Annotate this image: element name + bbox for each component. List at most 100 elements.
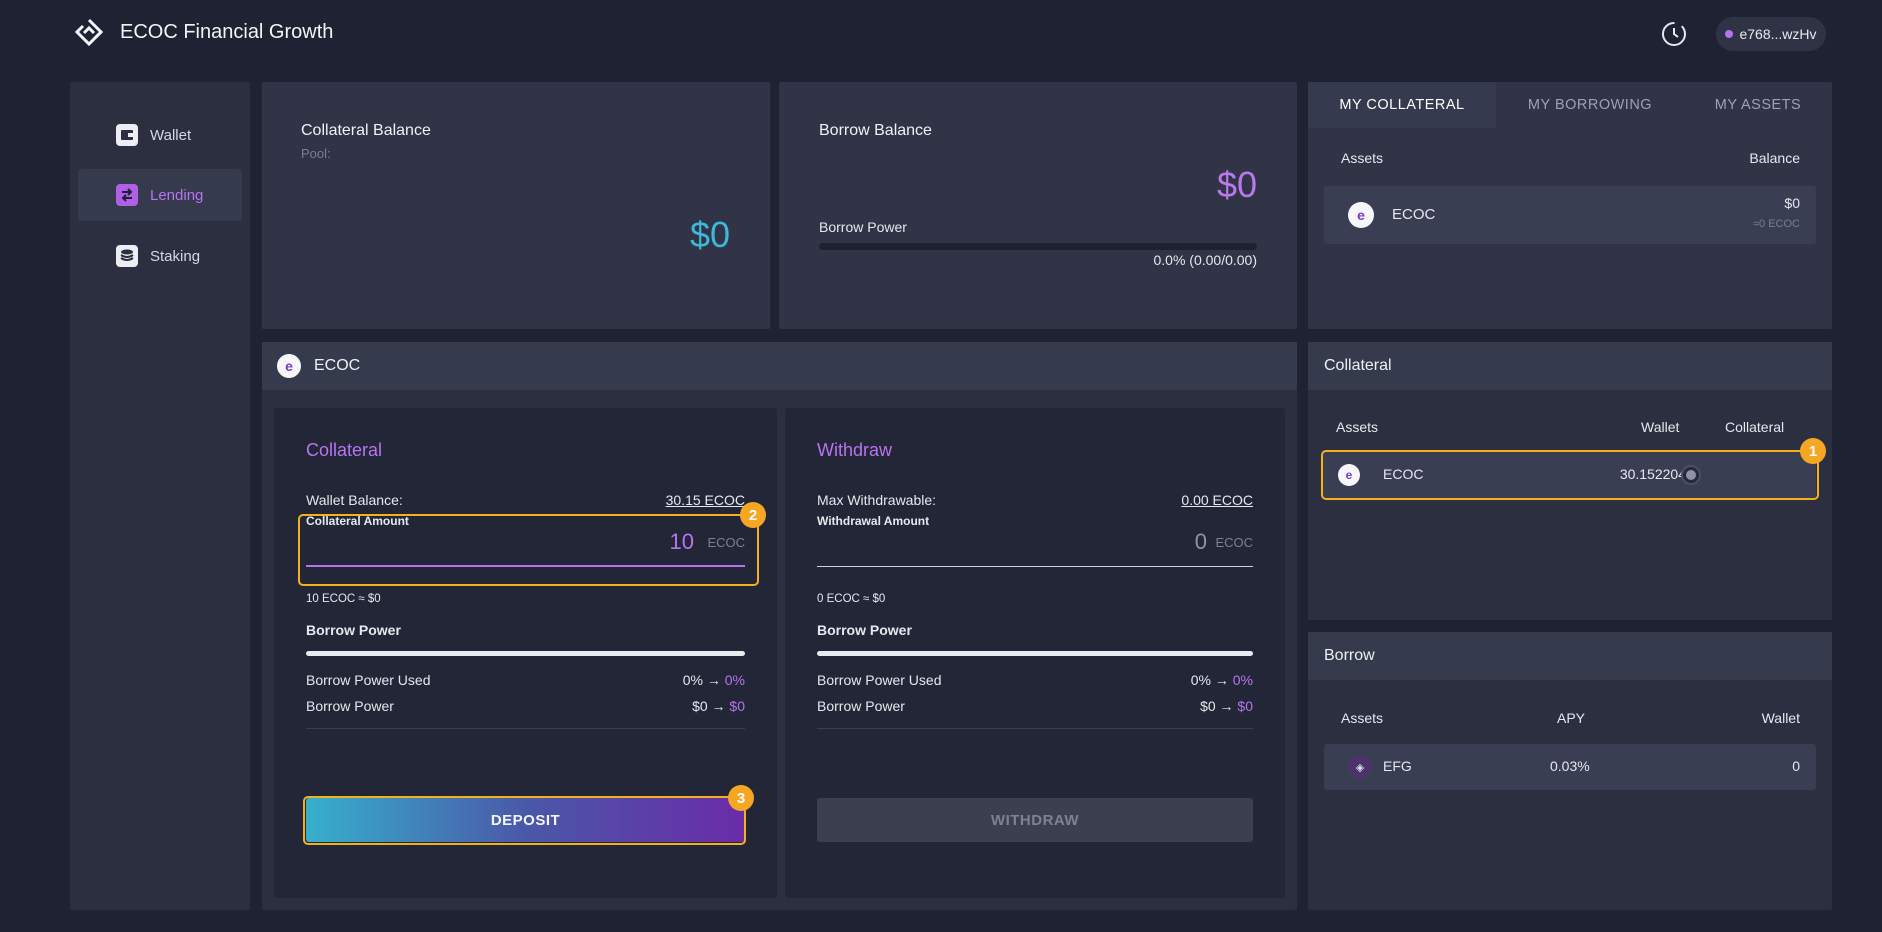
divider xyxy=(817,728,1253,729)
asset-name: ECOC xyxy=(1392,206,1436,223)
borrow-power-value: 0.0% (0.00/0.00) xyxy=(1153,252,1257,268)
power-label: Borrow Power xyxy=(306,698,394,714)
wallet-address-button[interactable]: e768...wzHv xyxy=(1716,17,1826,51)
table-row[interactable]: ◈ EFG 0.03% 0 xyxy=(1324,744,1816,790)
borrow-power-title: Borrow Power xyxy=(817,622,912,638)
sidebar: Wallet Lending Staking xyxy=(70,82,250,910)
max-withdrawable-value[interactable]: 0.00 ECOC xyxy=(1181,492,1253,508)
apy-value: 0.03% xyxy=(1550,758,1590,774)
collateral-form: Collateral Wallet Balance: 30.15 ECOC Co… xyxy=(274,408,777,898)
section-title: Collateral xyxy=(1308,342,1832,390)
withdraw-button[interactable]: WITHDRAW xyxy=(817,798,1253,842)
power-change: $0 → $0 xyxy=(692,698,745,714)
col-header-assets: Assets xyxy=(1341,710,1384,726)
divider xyxy=(306,728,745,729)
sidebar-item-label: Wallet xyxy=(150,126,192,144)
col-header-assets: Assets xyxy=(1341,150,1384,166)
asset-name: EFG xyxy=(1383,758,1412,774)
list-item[interactable]: e ECOC $0 ≈0 ECOC xyxy=(1324,186,1816,244)
form-title: Withdraw xyxy=(817,440,893,460)
borrow-power-label: Borrow Power xyxy=(819,219,907,235)
asset-sub-value: ≈0 ECOC xyxy=(1753,218,1800,230)
borrow-balance-value: $0 xyxy=(1216,164,1257,205)
connection-status-icon xyxy=(1725,30,1734,38)
pool-label: Pool: xyxy=(301,146,331,161)
sidebar-item-wallet[interactable]: Wallet xyxy=(78,109,242,161)
table-row[interactable]: e ECOC 30.152204 xyxy=(1323,452,1816,498)
card-title: Borrow Balance xyxy=(819,122,932,139)
collateral-section: Collateral Assets Wallet Collateral e EC… xyxy=(1308,342,1832,620)
amount-label: Withdrawal Amount xyxy=(817,514,930,528)
ecoc-coin-icon: e xyxy=(1348,202,1374,228)
input-underline xyxy=(306,565,745,567)
col-header-assets: Assets xyxy=(1336,419,1379,435)
amount-conversion: 0 ECOC ≈ $0 xyxy=(817,593,886,605)
borrow-power-bar xyxy=(306,651,745,656)
borrow-power-bar xyxy=(817,651,1253,656)
tab-my-assets[interactable]: MY ASSETS xyxy=(1684,82,1832,128)
stack-icon xyxy=(116,245,138,267)
power-label: Borrow Power xyxy=(817,698,905,714)
collateral-balance-value: $0 xyxy=(689,214,730,255)
amount-unit: ECOC xyxy=(1215,535,1253,550)
asset-name: ECOC xyxy=(314,357,361,374)
col-header-wallet: Wallet xyxy=(1761,710,1800,726)
power-used-label: Borrow Power Used xyxy=(817,672,942,688)
clock-history-icon[interactable] xyxy=(1660,20,1688,48)
ecoc-logo-icon[interactable] xyxy=(74,18,104,48)
app-title: ECOC Financial Growth xyxy=(120,21,334,43)
card-title: Collateral Balance xyxy=(301,122,431,139)
wallet-value: 0 xyxy=(1792,758,1800,774)
wallet-value: 30.152204 xyxy=(1619,466,1686,482)
amount-label: Collateral Amount xyxy=(306,514,409,528)
ecoc-coin-icon: e xyxy=(277,354,301,378)
asset-panel-header: e ECOC xyxy=(262,342,1297,390)
borrow-balance-card: Borrow Balance $0 Borrow Power 0.0% (0.0… xyxy=(779,82,1297,329)
step-badge-2: 2 xyxy=(740,502,766,528)
borrow-power-bar xyxy=(819,243,1257,250)
efg-coin-icon: ◈ xyxy=(1348,755,1372,779)
sidebar-item-lending[interactable]: Lending xyxy=(78,169,242,221)
collateral-toggle[interactable] xyxy=(1681,465,1701,485)
ecoc-coin-icon: e xyxy=(1338,464,1360,486)
borrow-section: Borrow Assets APY Wallet ◈ EFG 0.03% 0 xyxy=(1308,632,1832,910)
sidebar-item-label: Lending xyxy=(150,186,204,204)
app-header: ECOC Financial Growth e768...wzHv xyxy=(0,0,1882,68)
borrow-power-title: Borrow Power xyxy=(306,622,401,638)
step-badge-1: 1 xyxy=(1800,438,1826,464)
col-header-balance: Balance xyxy=(1749,150,1800,166)
col-header-apy: APY xyxy=(1557,710,1586,726)
amount-unit: ECOC xyxy=(707,535,745,550)
wallet-address: e768...wzHv xyxy=(1739,26,1817,42)
col-header-wallet: Wallet xyxy=(1641,419,1680,435)
col-header-collateral: Collateral xyxy=(1725,419,1785,435)
tab-my-borrowing[interactable]: MY BORROWING xyxy=(1496,82,1684,128)
input-underline xyxy=(817,566,1253,567)
deposit-button[interactable]: DEPOSIT xyxy=(306,798,745,842)
wallet-balance-value[interactable]: 30.15 ECOC xyxy=(666,492,745,508)
section-title: Borrow xyxy=(1308,632,1832,680)
power-used-change: 0% → 0% xyxy=(682,672,745,688)
power-used-change: 0% → 0% xyxy=(1190,672,1253,688)
sidebar-item-staking[interactable]: Staking xyxy=(78,230,242,282)
power-used-label: Borrow Power Used xyxy=(306,672,431,688)
account-panel: MY COLLATERAL MY BORROWING MY ASSETS Ass… xyxy=(1308,82,1832,329)
swap-icon xyxy=(116,184,138,206)
asset-value: $0 xyxy=(1784,195,1800,211)
asset-panel: e ECOC Collateral Wallet Balance: 30.15 … xyxy=(262,342,1297,910)
form-title: Collateral xyxy=(306,440,383,460)
withdraw-amount-input[interactable] xyxy=(985,526,1207,558)
account-tabs: MY COLLATERAL MY BORROWING MY ASSETS xyxy=(1308,82,1832,128)
collateral-amount-input[interactable] xyxy=(474,526,694,558)
collateral-balance-card: Collateral Balance Pool: $0 xyxy=(262,82,770,329)
max-withdrawable-label: Max Withdrawable: xyxy=(817,492,937,508)
tab-my-collateral[interactable]: MY COLLATERAL xyxy=(1308,82,1496,128)
power-change: $0 → $0 xyxy=(1200,698,1253,714)
step-badge-3: 3 xyxy=(728,785,754,811)
wallet-icon xyxy=(116,124,138,146)
withdraw-form: Withdraw Max Withdrawable: 0.00 ECOC Wit… xyxy=(785,408,1285,898)
sidebar-item-label: Staking xyxy=(150,247,201,265)
wallet-balance-label: Wallet Balance: xyxy=(306,492,403,508)
asset-name: ECOC xyxy=(1383,466,1424,482)
amount-conversion: 10 ECOC ≈ $0 xyxy=(306,593,381,605)
